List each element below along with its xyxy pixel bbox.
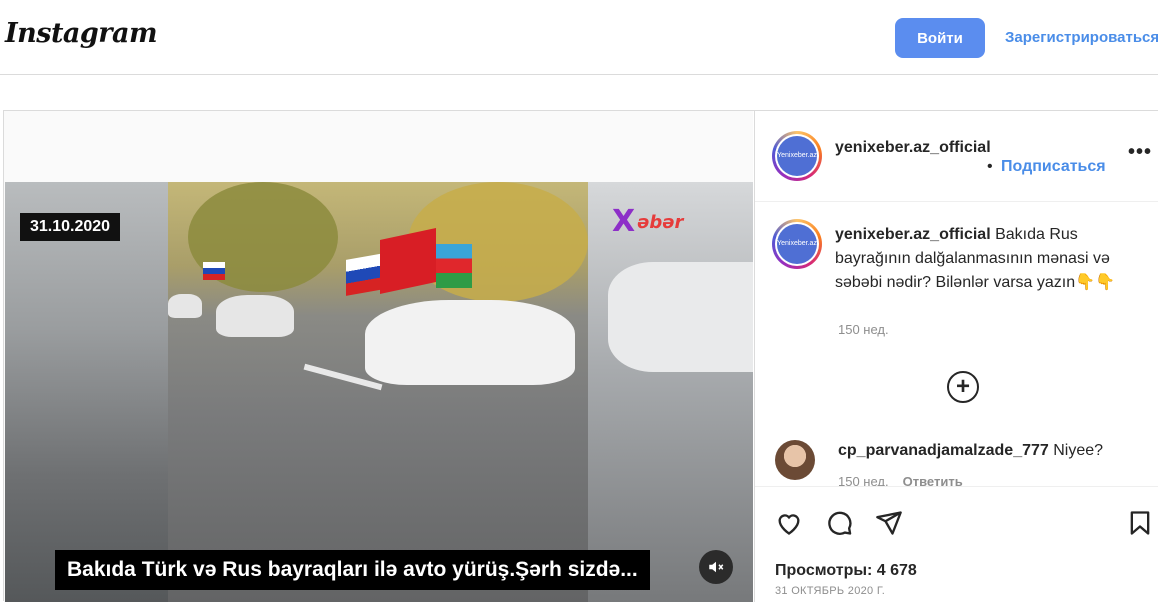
comment-text: Niyee? xyxy=(1048,442,1104,459)
video-blur-left xyxy=(5,182,168,602)
more-options-icon[interactable]: ••• xyxy=(1128,141,1152,164)
post-header: Yenixeber.az yenixeber.az_official • Под… xyxy=(755,111,1158,202)
author-avatar[interactable]: Yenixeber.az xyxy=(772,131,822,181)
login-button[interactable]: Войти xyxy=(895,18,985,58)
heart-icon[interactable] xyxy=(775,509,805,539)
channel-logo-mark: X xyxy=(612,204,636,239)
post-caption: yenixeber.az_official Bakıda Rus bayrağı… xyxy=(835,223,1135,295)
post-sidebar: Yenixeber.az yenixeber.az_official • Под… xyxy=(754,111,1158,602)
video-blur-right xyxy=(588,182,753,602)
view-count: Просмотры: 4 678 xyxy=(775,562,917,579)
post-card: 31.10.2020 Xəbər Bakıda Türk və Rus bayr… xyxy=(3,110,1158,602)
bookmark-icon[interactable] xyxy=(1126,509,1156,539)
author-username[interactable]: yenixeber.az_official xyxy=(835,136,991,159)
separator-dot: • xyxy=(987,158,993,175)
car xyxy=(168,294,202,318)
author-avatar-text: Yenixeber.az xyxy=(777,136,817,176)
signup-link[interactable]: Зарегистрироваться xyxy=(1005,29,1158,46)
channel-logo-name: əbər xyxy=(637,212,684,233)
video-frame xyxy=(168,182,588,602)
video-player[interactable]: 31.10.2020 Xəbər Bakıda Türk və Rus bayr… xyxy=(5,182,753,602)
car xyxy=(608,262,753,372)
car xyxy=(365,300,575,385)
commenter-avatar[interactable] xyxy=(775,440,815,480)
follow-button[interactable]: Подписаться xyxy=(1001,158,1106,176)
turkish-flag xyxy=(380,228,436,294)
azerbaijani-flag xyxy=(436,244,472,288)
post-date[interactable]: 31 ОКТЯБРЬ 2020 Г. xyxy=(775,585,885,597)
comment-icon[interactable] xyxy=(825,509,855,539)
post-media: 31.10.2020 Xəbər Bakıda Türk və Rus bayr… xyxy=(4,111,753,602)
date-badge: 31.10.2020 xyxy=(20,213,121,241)
caption-avatar[interactable]: Yenixeber.az xyxy=(772,219,822,269)
load-more-comments-icon[interactable]: + xyxy=(947,371,979,403)
caption-time: 150 нед. xyxy=(838,322,889,337)
speaker-muted-icon[interactable] xyxy=(699,550,733,584)
car xyxy=(216,295,294,337)
comment: cp_parvanadjamalzade_777 Niyee? xyxy=(838,442,1103,460)
caption-username[interactable]: yenixeber.az_official xyxy=(835,226,991,243)
share-icon[interactable] xyxy=(875,509,905,539)
channel-logo: Xəbər xyxy=(612,204,683,239)
caption-avatar-text: Yenixeber.az xyxy=(777,224,817,264)
instagram-logo[interactable]: Instagram xyxy=(5,18,158,49)
russian-flag xyxy=(203,262,225,280)
video-subtitle: Bakıda Türk və Rus bayraqları ilə avto y… xyxy=(55,550,650,590)
action-bar: Просмотры: 4 678 31 ОКТЯБРЬ 2020 Г. xyxy=(755,486,1158,602)
comment-username[interactable]: cp_parvanadjamalzade_777 xyxy=(838,442,1049,459)
top-bar: Instagram Войти Зарегистрироваться xyxy=(0,0,1158,75)
